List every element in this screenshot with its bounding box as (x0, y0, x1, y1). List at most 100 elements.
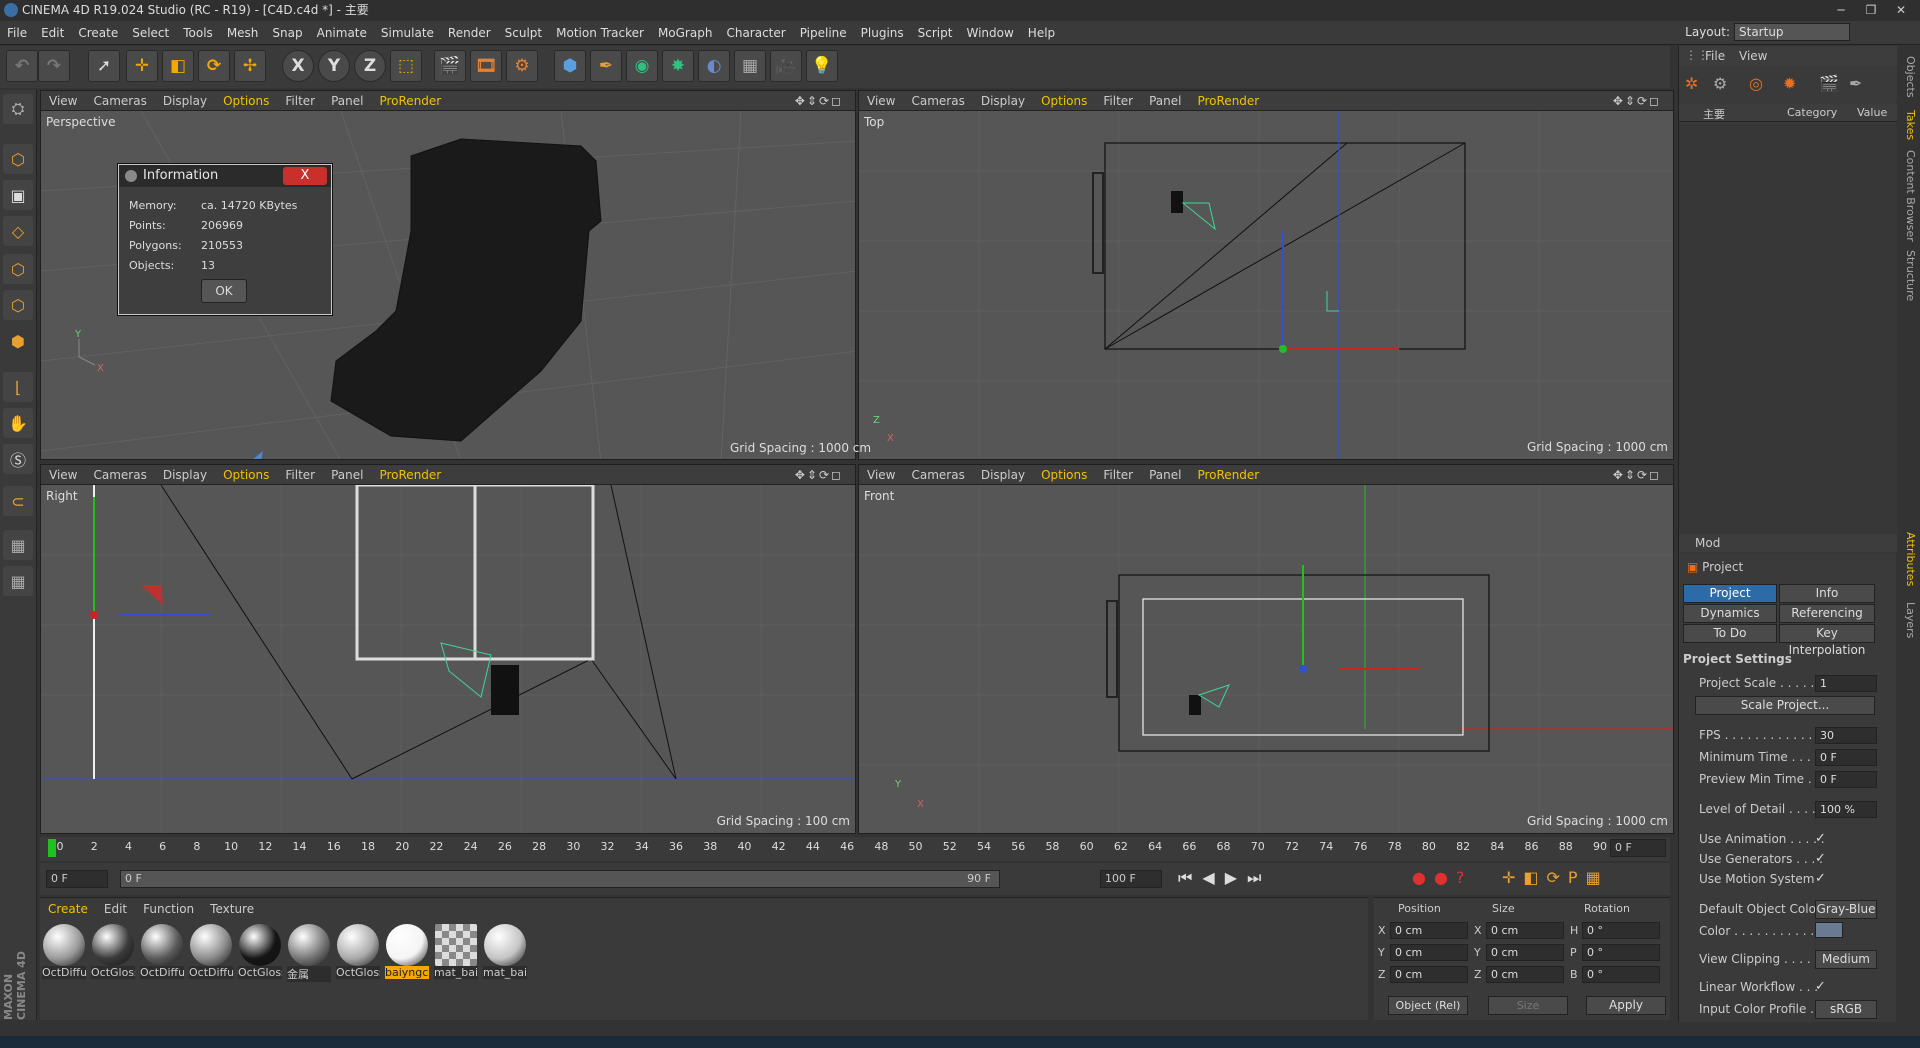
tab-project-settings[interactable]: Project Settings (1683, 584, 1777, 617)
key-controls[interactable]: ✛◧⟳P▦ (1502, 868, 1609, 887)
default-object-color-dropdown[interactable]: Gray-Blue (1815, 900, 1877, 919)
vp-menu-filter[interactable]: Filter (277, 465, 323, 485)
material-item[interactable]: mat_bai (434, 924, 478, 979)
viewport-nav-icons[interactable]: ✥⇕⟳◻ (787, 465, 851, 485)
live-select-icon[interactable]: ✢ (234, 50, 266, 82)
object-tool-icon[interactable]: ✲ (1685, 74, 1698, 93)
side-tab-structure[interactable]: Structure (1899, 250, 1917, 301)
mat-menu-edit[interactable]: Edit (96, 898, 135, 920)
vp-menu-view[interactable]: View (41, 465, 85, 485)
axis-mode-icon[interactable]: ⌊ (3, 372, 33, 402)
material-item[interactable]: OctDiffu (42, 924, 86, 979)
coord-position-field[interactable]: 0 cm (1390, 944, 1468, 961)
texture-mode-icon[interactable]: ▣ (3, 180, 33, 210)
coord-size-field[interactable]: 0 cm (1486, 922, 1564, 939)
vp-menu-options[interactable]: Options (215, 465, 277, 485)
timeline-ruler[interactable]: 0 2 4 6 8 10 12 14 16 18 20 22 24 26 28 30 32 34 36 38 40 42 4… (40, 837, 1670, 861)
view-clipping-dropdown[interactable]: Medium (1815, 950, 1877, 969)
floor-icon[interactable]: ▦ (734, 50, 766, 82)
vp-menu-options[interactable]: Options (1033, 91, 1095, 111)
pen-icon[interactable]: ✒ (590, 50, 622, 82)
vp-menu-display[interactable]: Display (973, 91, 1033, 111)
tab-dynamics[interactable]: Dynamics (1683, 604, 1777, 623)
menu-render[interactable]: Render (441, 21, 498, 45)
workplane-icon[interactable]: ▦ (3, 566, 33, 596)
current-frame-field[interactable]: 0 F (1610, 839, 1666, 857)
record-controls[interactable]: ●●? (1412, 868, 1472, 887)
vp-menu-cameras[interactable]: Cameras (85, 91, 154, 111)
fps-field[interactable]: 30 (1815, 727, 1877, 744)
points-mode-icon[interactable]: ⬡ (3, 254, 33, 284)
menu-file[interactable]: File (0, 21, 34, 45)
menu-script[interactable]: Script (911, 21, 960, 45)
menu-create[interactable]: Create (71, 21, 125, 45)
dialog-close-button[interactable]: X (283, 167, 327, 185)
menu-snap[interactable]: Snap (265, 21, 309, 45)
vp-menu-panel[interactable]: Panel (1141, 91, 1189, 111)
vp-menu-view[interactable]: View (41, 91, 85, 111)
objects-list[interactable] (1679, 124, 1897, 554)
viewport-nav-icons[interactable]: ✥⇕⟳◻ (1605, 465, 1669, 485)
material-item[interactable]: OctGloss (238, 924, 282, 979)
menu-sculpt[interactable]: Sculpt (498, 21, 549, 45)
maximize-button[interactable]: ❐ (1856, 1, 1886, 19)
y-axis-icon[interactable]: Y (318, 50, 350, 82)
tab-to-do[interactable]: To Do (1683, 624, 1777, 643)
vp-menu-filter[interactable]: Filter (1095, 91, 1141, 111)
vp-menu-filter[interactable]: Filter (1095, 465, 1141, 485)
vp-menu-cameras[interactable]: Cameras (85, 465, 154, 485)
vp-menu-prorender[interactable]: ProRender (371, 465, 449, 485)
tweak-mode-icon[interactable]: ✋ (3, 408, 33, 438)
menu-pipeline[interactable]: Pipeline (793, 21, 854, 45)
light-icon[interactable]: 💡 (806, 50, 838, 82)
snap-icon[interactable]: Ⓢ (3, 444, 33, 474)
z-axis-icon[interactable]: Z (354, 50, 386, 82)
use-motion-system-checkbox[interactable]: ✓ (1815, 872, 1829, 886)
objects-menu-file[interactable]: File (1705, 49, 1725, 63)
menu-help[interactable]: Help (1021, 21, 1062, 45)
coord-mode-dropdown[interactable]: Object (Rel) (1388, 996, 1468, 1015)
cube-icon[interactable]: ⬢ (554, 50, 586, 82)
workplane-mode-icon[interactable]: ◇ (3, 216, 33, 246)
side-tab-attributes[interactable]: Attributes (1899, 532, 1917, 586)
coord-rotation-field[interactable]: 0 ° (1582, 944, 1660, 961)
x-axis-icon[interactable]: X (282, 50, 314, 82)
vp-menu-cameras[interactable]: Cameras (903, 465, 972, 485)
range-slider[interactable]: 0 F 90 F (120, 870, 1000, 888)
level-of-detail-field[interactable]: 100 % (1815, 801, 1877, 818)
viewport-right[interactable]: View Cameras Display Options Filter Panel ProR… (40, 464, 856, 834)
layout-dropdown[interactable]: Startup (1734, 23, 1850, 41)
vp-menu-prorender[interactable]: ProRender (371, 91, 449, 111)
mat-menu-function[interactable]: Function (135, 898, 202, 920)
render-icon[interactable]: 🎞 (470, 50, 502, 82)
scale-project-button[interactable]: Scale Project... (1695, 696, 1875, 715)
project-scale-field[interactable]: 1 (1815, 675, 1877, 692)
color-swatch[interactable] (1815, 922, 1843, 938)
vp-menu-prorender[interactable]: ProRender (1189, 465, 1267, 485)
size-mode-dropdown[interactable]: Size (1488, 996, 1568, 1015)
menu-window[interactable]: Window (959, 21, 1020, 45)
menu-character[interactable]: Character (719, 21, 792, 45)
coordinate-system-icon[interactable]: ⬚ (390, 50, 422, 82)
menu-mograph[interactable]: MoGraph (651, 21, 720, 45)
mat-menu-texture[interactable]: Texture (202, 898, 262, 920)
vp-menu-view[interactable]: View (859, 91, 903, 111)
material-item[interactable]: OctDiffu (140, 924, 184, 979)
vp-menu-display[interactable]: Display (155, 91, 215, 111)
menu-mesh[interactable]: Mesh (220, 21, 266, 45)
vp-menu-display[interactable]: Display (973, 465, 1033, 485)
workplane-lock-icon[interactable]: ▦ (3, 530, 33, 560)
undo-icon[interactable]: ↶ (6, 50, 38, 82)
magnet-icon[interactable]: ⊂ (3, 486, 33, 516)
vp-menu-filter[interactable]: Filter (277, 91, 323, 111)
coord-position-field[interactable]: 0 cm (1390, 966, 1468, 983)
material-item[interactable]: OctDiffu (189, 924, 233, 979)
use-animation-checkbox[interactable]: ✓ (1815, 832, 1829, 846)
material-item[interactable]: OctGloss (91, 924, 135, 979)
use-generators-checkbox[interactable]: ✓ (1815, 852, 1829, 866)
playback-controls[interactable]: ⏮◀▶⏭ (1178, 868, 1271, 888)
subdivision-icon[interactable]: ◉ (626, 50, 658, 82)
coord-size-field[interactable]: 0 cm (1486, 966, 1564, 983)
render-settings-icon[interactable]: ⚙ (506, 50, 538, 82)
object-tool-icon[interactable]: ⚙ (1713, 74, 1727, 93)
